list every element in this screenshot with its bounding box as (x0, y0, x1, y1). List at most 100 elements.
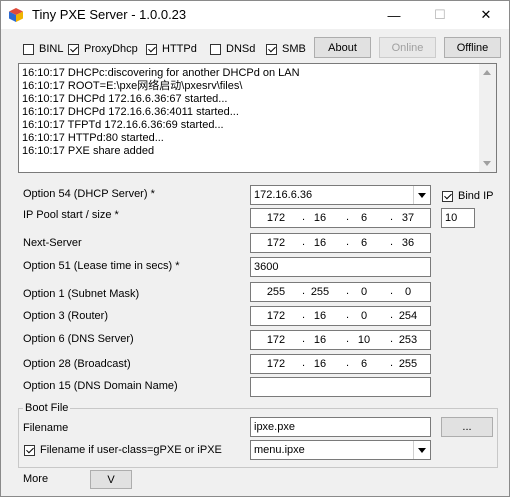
expand-button[interactable]: V (90, 470, 132, 489)
ip-octet: 10 (357, 334, 371, 346)
ip-octet: 0 (360, 310, 368, 322)
ip-pool-label: IP Pool start / size * (23, 209, 119, 221)
browse-button[interactable]: ... (441, 417, 493, 437)
minimize-icon: — (387, 7, 401, 23)
userclass-filename-value: menu.ipxe (254, 444, 305, 456)
scroll-down-icon[interactable] (483, 161, 491, 166)
bind-ip-checkbox[interactable]: Bind IP (442, 190, 493, 202)
log-line: 16:10:17 TFPTd 172.16.6.36:69 started... (22, 119, 224, 131)
ip-pool-size-input[interactable]: 10 (441, 208, 475, 228)
ip-octet: 16 (313, 310, 327, 322)
ip-octet: 6 (360, 358, 368, 370)
log-textarea[interactable]: 16:10:17 DHCPc:discovering for another D… (18, 63, 497, 173)
ip-octet: 255 (398, 358, 418, 370)
ip-octet: 16 (313, 358, 327, 370)
ip-octet: 0 (360, 286, 368, 298)
next-server-input[interactable]: 172. 16. 6. 36 (250, 233, 431, 253)
binl-label: BINL (39, 43, 64, 55)
chevron-down-icon[interactable] (413, 186, 430, 204)
minimize-button[interactable]: — (371, 1, 417, 29)
dnsd-checkbox[interactable]: DNSd (210, 43, 255, 55)
bind-ip-label: Bind IP (458, 190, 494, 202)
option54-label: Option 54 (DHCP Server) * (23, 188, 155, 200)
boot-file-group-title: Boot File (23, 402, 71, 414)
router-input[interactable]: 172. 16. 0. 254 (250, 306, 431, 326)
checkbox-box (146, 43, 157, 55)
ip-octet: 253 (398, 334, 418, 346)
filename-label: Filename (23, 422, 69, 434)
smb-checkbox[interactable]: SMB (266, 43, 306, 55)
option3-label: Option 3 (Router) (23, 310, 108, 322)
checkbox-box (68, 43, 79, 55)
userclass-label: Filename if user-class=gPXE or iPXE (40, 444, 222, 456)
chevron-down-icon[interactable] (413, 441, 430, 459)
log-line: 16:10:17 PXE share added (22, 145, 155, 157)
option54-value: 172.16.6.36 (254, 189, 313, 201)
option6-label: Option 6 (DNS Server) (23, 333, 134, 345)
close-button[interactable]: ✕ (463, 1, 509, 29)
window-title: Tiny PXE Server - 1.0.0.23 (32, 7, 187, 22)
log-line: 16:10:17 ROOT=E:\pxe网络启动\pxesrv\files\ (22, 80, 243, 92)
lease-time-value: 3600 (254, 261, 279, 273)
option28-label: Option 28 (Broadcast) (23, 358, 131, 370)
next-server-label: Next-Server (23, 237, 82, 249)
ip-octet: 172 (266, 310, 286, 322)
httpd-checkbox[interactable]: HTTPd (146, 43, 197, 55)
ip-octet: 255 (310, 286, 330, 298)
ip-octet: 172 (266, 358, 286, 370)
log-line: 16:10:17 DHCPc:discovering for another D… (22, 67, 300, 79)
ip-octet: 172 (266, 212, 286, 224)
scroll-up-icon[interactable] (483, 70, 491, 75)
checkbox-box (442, 190, 453, 202)
option1-label: Option 1 (Subnet Mask) (23, 288, 140, 300)
ip-octet: 6 (360, 212, 368, 224)
ip-pool-size-value: 10 (445, 212, 458, 224)
ip-octet: 37 (401, 212, 415, 224)
smb-label: SMB (282, 43, 306, 55)
option15-label: Option 15 (DNS Domain Name) (23, 380, 178, 392)
userclass-filename-select[interactable]: menu.ipxe (250, 440, 431, 460)
offline-button[interactable]: Offline (444, 37, 501, 58)
dnsd-label: DNSd (226, 43, 256, 55)
httpd-label: HTTPd (162, 43, 197, 55)
about-button[interactable]: About (314, 37, 371, 58)
ip-pool-start-input[interactable]: 172. 16. 6. 37 (250, 208, 431, 228)
filename-input[interactable]: ipxe.pxe (250, 417, 431, 437)
userclass-checkbox[interactable]: Filename if user-class=gPXE or iPXE (24, 444, 222, 456)
ip-octet: 172 (266, 334, 286, 346)
more-label: More (23, 473, 49, 485)
log-lines: 16:10:17 DHCPc:discovering for another D… (22, 67, 300, 158)
online-button[interactable]: Online (379, 37, 436, 58)
subnet-mask-input[interactable]: 255. 255. 0. 0 (250, 282, 431, 302)
binl-checkbox[interactable]: BINL (23, 43, 63, 55)
ip-octet: 254 (398, 310, 418, 322)
log-line: 16:10:17 DHCPd 172.16.6.36:4011 started.… (22, 106, 239, 118)
lease-time-input[interactable]: 3600 (250, 257, 431, 277)
maximize-icon: ☐ (434, 7, 446, 22)
checkbox-box (210, 43, 221, 55)
checkbox-box (24, 444, 35, 456)
ip-octet: 16 (313, 334, 327, 346)
cube-icon (8, 7, 24, 23)
checkbox-box (266, 43, 277, 55)
ip-octet: 16 (313, 237, 327, 249)
main-window: Tiny PXE Server - 1.0.0.23 — ☐ ✕ BINL Pr… (0, 0, 510, 497)
ip-octet: 172 (266, 237, 286, 249)
broadcast-input[interactable]: 172. 16. 6. 255 (250, 354, 431, 374)
proxydhcp-checkbox[interactable]: ProxyDhcp (68, 43, 138, 55)
option54-select[interactable]: 172.16.6.36 (250, 185, 431, 205)
log-line: 16:10:17 DHCPd 172.16.6.36:67 started... (22, 93, 228, 105)
ip-octet: 0 (404, 286, 412, 298)
option51-label: Option 51 (Lease time in secs) * (23, 260, 180, 272)
ip-octet: 16 (313, 212, 327, 224)
ip-octet: 6 (360, 237, 368, 249)
proxydhcp-label: ProxyDhcp (84, 43, 138, 55)
log-scrollbar[interactable] (479, 64, 496, 172)
close-icon: ✕ (480, 7, 492, 22)
dns-server-input[interactable]: 172. 16. 10. 253 (250, 330, 431, 350)
title-bar[interactable]: Tiny PXE Server - 1.0.0.23 — ☐ ✕ (1, 1, 509, 29)
maximize-button[interactable]: ☐ (417, 1, 463, 29)
log-line: 16:10:17 HTTPd:80 started... (22, 132, 164, 144)
dns-domain-input[interactable] (250, 377, 431, 397)
checkbox-box (23, 43, 34, 55)
